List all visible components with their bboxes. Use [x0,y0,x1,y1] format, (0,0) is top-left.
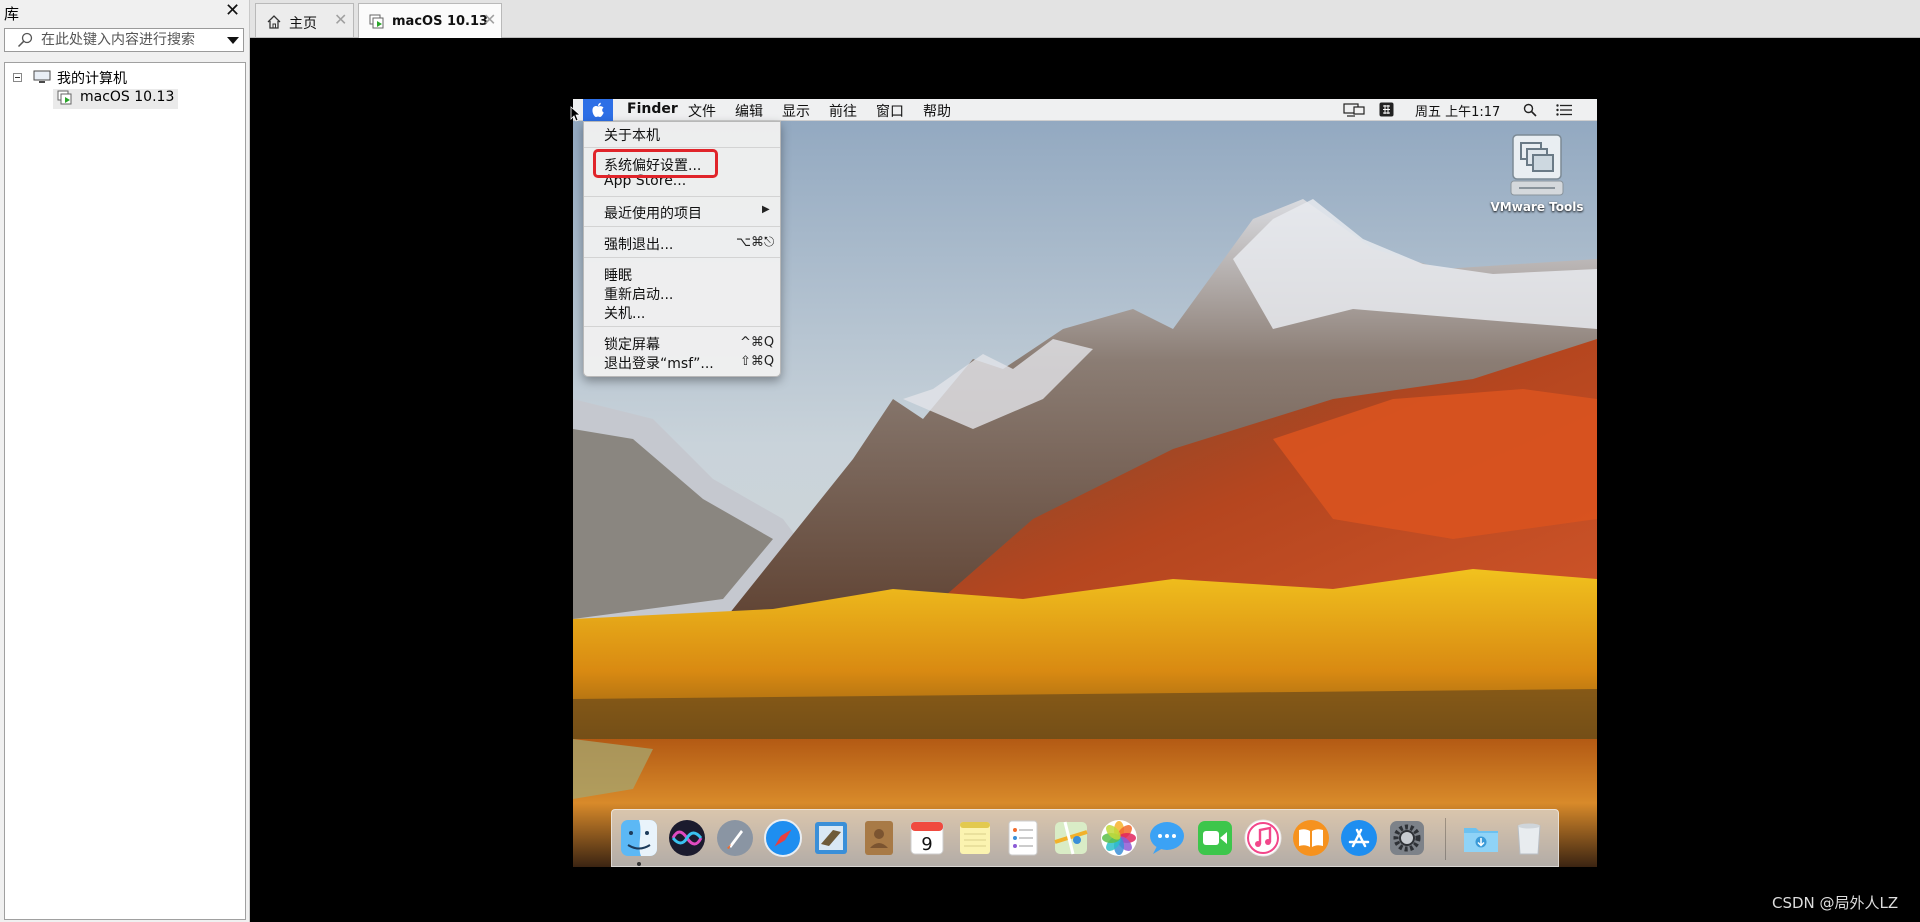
menubar-clock[interactable]: 周五 上午1:17 [1415,101,1500,120]
safari-icon[interactable] [763,818,803,858]
app-store-icon[interactable] [1339,818,1379,858]
menu-item-about-this-mac[interactable]: 关于本机 [604,125,660,144]
menu-help[interactable]: 帮助 [923,101,951,121]
facetime-icon[interactable] [1195,818,1235,858]
menu-separator [584,147,780,148]
messages-icon[interactable] [1147,818,1187,858]
close-icon[interactable]: ✕ [334,10,347,29]
collapse-icon[interactable] [13,73,22,82]
shortcut-log-out: ⇧⌘Q [740,354,775,369]
chevron-down-icon[interactable] [227,37,239,44]
mac-menubar: Finder 文件 编辑 显示 前往 窗口 帮助 周五 上午1:17 [573,99,1597,121]
trash-icon[interactable] [1509,818,1549,858]
ibooks-icon[interactable] [1291,818,1331,858]
mac-dock: 9 [611,809,1559,867]
menu-separator [584,257,780,258]
tab-home[interactable]: 主页 ✕ [255,3,354,37]
menu-item-sleep[interactable]: 睡眠 [604,265,632,284]
search-icon [17,32,33,48]
apple-menu-button[interactable] [583,99,613,121]
apple-icon [592,102,604,117]
mail-icon[interactable] [811,818,851,858]
vm-icon [369,14,384,29]
menu-separator [584,226,780,227]
notes-icon[interactable] [955,818,995,858]
menu-item-recent-items[interactable]: 最近使用的项目 [604,203,702,222]
search-input[interactable] [41,31,217,49]
system-preferences-icon[interactable] [1387,818,1427,858]
dock-separator [1445,818,1446,860]
shortcut-lock-screen: ^⌘Q [740,335,775,350]
library-title: 库 [4,5,20,23]
shortcut-force-quit: ⌥⌘⎋ [736,235,775,250]
itunes-icon[interactable] [1243,818,1283,858]
menu-edit[interactable]: 编辑 [735,101,763,121]
spotlight-search-icon[interactable] [1523,103,1537,117]
menu-separator [584,196,780,197]
tab-label: macOS 10.13 [392,14,489,29]
notification-center-icon[interactable] [1556,104,1572,116]
tab-macos[interactable]: macOS 10.13 ✕ [358,3,502,38]
downloads-folder-icon[interactable] [1461,818,1501,858]
screen-mirroring-icon[interactable] [1343,103,1365,117]
home-icon [267,15,281,29]
apple-dropdown-menu: 关于本机 系统偏好设置... App Store... 最近使用的项目 ▶ 强制… [583,121,781,377]
computer-icon [33,70,51,83]
photos-icon[interactable] [1099,818,1139,858]
input-method-icon[interactable] [1379,102,1394,117]
tree-item-macos[interactable]: macOS 10.13 [53,89,179,109]
menu-item-restart[interactable]: 重新启动... [604,284,673,303]
menu-window[interactable]: 窗口 [876,101,904,121]
calendar-icon[interactable]: 9 [907,818,947,858]
contacts-icon[interactable] [859,818,899,858]
menu-view[interactable]: 显示 [782,101,810,121]
close-icon[interactable]: ✕ [483,10,496,29]
calendar-day: 9 [921,834,932,855]
menu-item-log-out[interactable]: 退出登录“msf”... [604,353,714,372]
library-tree: 我的计算机 macOS 10.13 [4,62,246,920]
vm-display[interactable]: Finder 文件 编辑 显示 前往 窗口 帮助 周五 上午1:17 关于本机 [573,99,1597,867]
library-panel: 库 ✕ 我的计算机 macOS 10.13 [0,0,250,922]
tab-bar: 主页 ✕ macOS 10.13 ✕ [250,0,1920,38]
reminders-icon[interactable] [1003,818,1043,858]
close-icon[interactable]: ✕ [225,0,240,21]
menu-file[interactable]: 文件 [688,101,716,121]
menu-item-shut-down[interactable]: 关机... [604,303,645,322]
menu-item-lock-screen[interactable]: 锁定屏幕 [604,334,660,353]
annotation-highlight-box [593,149,718,178]
mouse-cursor-icon [570,106,580,122]
menu-item-force-quit[interactable]: 强制退出... [604,234,673,253]
menu-separator [584,326,780,327]
vmware-tools-label: VMware Tools [1490,200,1584,214]
running-indicator [637,862,641,866]
tree-label: 我的计算机 [57,71,127,87]
tree-label: macOS 10.13 [80,89,175,105]
siri-icon[interactable] [667,818,707,858]
watermark-text: CSDN @局外人LZ [1772,894,1899,912]
vm-icon [57,90,72,105]
submenu-arrow-icon: ▶ [762,204,770,215]
library-search[interactable] [4,28,244,52]
launchpad-icon[interactable] [715,818,755,858]
tab-label: 主页 [289,16,317,32]
menu-finder[interactable]: Finder [627,101,678,117]
maps-icon[interactable] [1051,818,1091,858]
finder-icon[interactable] [619,818,659,858]
menu-go[interactable]: 前往 [829,101,857,121]
